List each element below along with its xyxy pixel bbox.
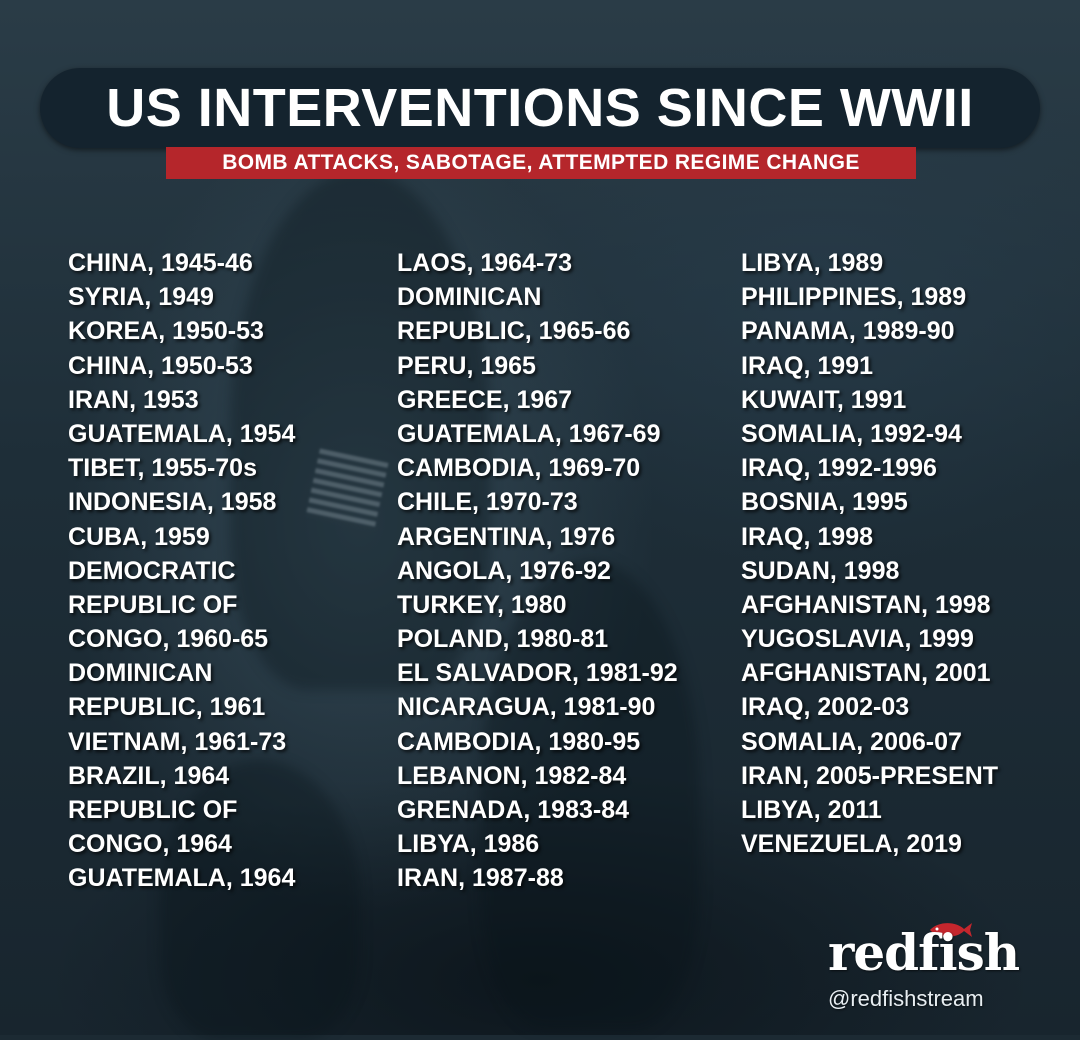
intervention-entry: TURKEY, 1980 xyxy=(397,590,567,619)
redfish-logo: redfish @redfishstream xyxy=(828,923,1038,1015)
flag-patch xyxy=(305,448,389,532)
intervention-entry: LEBANON, 1982-84 xyxy=(397,761,627,790)
page-subtitle: BOMB ATTACKS, SABOTAGE, ATTEMPTED REGIME… xyxy=(222,151,860,174)
intervention-entry: CHILE, 1970-73 xyxy=(397,488,578,517)
intervention-entry: DOMINICAN xyxy=(68,659,213,688)
intervention-entry: IRAQ, 1998 xyxy=(741,522,874,551)
intervention-entry: PHILIPPINES, 1989 xyxy=(741,283,967,312)
intervention-entry: BRAZIL, 1964 xyxy=(68,761,230,790)
intervention-entry: YUGOSLAVIA, 1999 xyxy=(741,625,974,654)
title-banner: US INTERVENTIONS SINCE WWII xyxy=(40,68,1040,148)
intervention-entry: GUATEMALA, 1964 xyxy=(68,864,296,893)
intervention-entry: CUBA, 1959 xyxy=(68,522,210,551)
intervention-entry: SOMALIA, 2006-07 xyxy=(741,727,962,756)
intervention-entry: DEMOCRATIC xyxy=(68,556,236,585)
intervention-entry: EL SALVADOR, 1981-92 xyxy=(397,659,678,688)
intervention-entry: IRAN, 1953 xyxy=(68,385,199,414)
intervention-entry: LIBYA, 2011 xyxy=(741,796,882,824)
intervention-entry: GRENADA, 1983-84 xyxy=(397,796,630,824)
intervention-entry: CONGO, 1960-65 xyxy=(68,625,269,654)
intervention-entry: PANAMA, 1989-90 xyxy=(741,317,955,346)
intervention-entry: LIBYA, 1989 xyxy=(741,249,884,277)
intervention-entry: SUDAN, 1998 xyxy=(741,556,900,585)
intervention-entry: CHINA, 1950-53 xyxy=(68,351,253,380)
intervention-entry: PERU, 1965 xyxy=(397,351,536,380)
intervention-list-column-1: CHINA, 1945-46 SYRIA, 1949 KOREA, 1950-53 C… xyxy=(68,246,295,896)
intervention-entry: GUATEMALA, 1954 xyxy=(68,419,296,448)
intervention-entry: IRAN, 2005-PRESENT xyxy=(741,761,999,790)
intervention-entry: KUWAIT, 1991 xyxy=(741,385,907,414)
intervention-entry: REPUBLIC OF xyxy=(68,796,238,824)
intervention-entry: IRAQ, 1992-1996 xyxy=(741,454,937,483)
intervention-entry: LAOS, 1964-73 xyxy=(397,249,573,277)
intervention-list-column-3: LIBYA, 1989 PHILIPPINES, 1989 PANAMA, 1989… xyxy=(741,246,998,861)
intervention-entry: CAMBODIA, 1969-70 xyxy=(397,454,641,483)
intervention-entry: POLAND, 1980-81 xyxy=(397,625,609,654)
intervention-entry: ARGENTINA, 1976 xyxy=(397,522,616,551)
intervention-entry: KOREA, 1950-53 xyxy=(68,317,264,346)
intervention-entry: IRAQ, 2002-03 xyxy=(741,693,910,722)
intervention-entry: VENEZUELA, 2019 xyxy=(741,830,962,859)
intervention-entry: INDONESIA, 1958 xyxy=(68,488,277,517)
intervention-entry: REPUBLIC OF xyxy=(68,590,238,619)
intervention-entry: GREECE, 1967 xyxy=(397,385,573,414)
social-handle: @redfishstream xyxy=(828,986,984,1011)
logo-wordmark: redfish xyxy=(828,923,1020,982)
intervention-entry: CHINA, 1945-46 xyxy=(68,249,253,277)
intervention-entry: CAMBODIA, 1980-95 xyxy=(397,727,641,756)
subtitle-banner: BOMB ATTACKS, SABOTAGE, ATTEMPTED REGIME… xyxy=(166,147,916,179)
intervention-entry: AFGHANISTAN, 2001 xyxy=(741,659,991,688)
intervention-entry: AFGHANISTAN, 1998 xyxy=(741,590,991,619)
intervention-entry: REPUBLIC, 1961 xyxy=(68,693,266,722)
intervention-entry: TIBET, 1955-70s xyxy=(68,454,257,483)
intervention-entry: SYRIA, 1949 xyxy=(68,283,214,312)
intervention-entry: VIETNAM, 1961-73 xyxy=(68,727,287,756)
intervention-entry: GUATEMALA, 1967-69 xyxy=(397,419,661,448)
intervention-entry: IRAN, 1987-88 xyxy=(397,864,564,893)
intervention-entry: LIBYA, 1986 xyxy=(397,830,540,859)
intervention-entry: ANGOLA, 1976-92 xyxy=(397,556,611,585)
intervention-entry: CONGO, 1964 xyxy=(68,830,232,859)
intervention-entry: SOMALIA, 1992-94 xyxy=(741,419,962,448)
intervention-entry: REPUBLIC, 1965-66 xyxy=(397,317,631,346)
intervention-list-column-2: LAOS, 1964-73 DOMINICAN REPUBLIC, 1965-66 P… xyxy=(397,246,678,896)
intervention-entry: NICARAGUA, 1981-90 xyxy=(397,693,656,722)
intervention-entry: DOMINICAN xyxy=(397,283,542,312)
intervention-entry: IRAQ, 1991 xyxy=(741,351,874,380)
page-title: US INTERVENTIONS SINCE WWII xyxy=(106,78,974,138)
intervention-entry: BOSNIA, 1995 xyxy=(741,488,908,517)
